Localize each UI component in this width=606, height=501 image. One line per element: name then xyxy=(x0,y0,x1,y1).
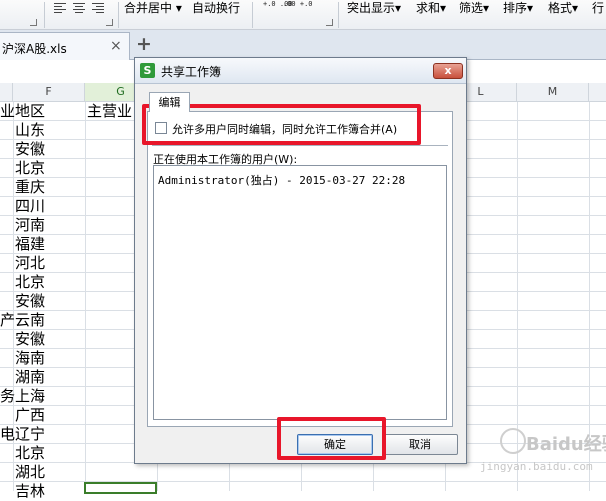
highlight-button[interactable]: 突出显示▾ xyxy=(347,0,401,16)
edit-tab-panel: 允许多用户同时编辑，同时允许工作簿合并(A) 正在使用本工作簿的用户(W): A… xyxy=(147,111,453,427)
region-cell[interactable]: 上海 xyxy=(15,387,45,406)
region-cell[interactable]: 河北 xyxy=(15,254,45,273)
divider xyxy=(152,145,448,146)
filter-label: 筛选 xyxy=(459,1,484,15)
region-cell[interactable]: 山东 xyxy=(15,121,45,140)
close-tab-icon[interactable]: × xyxy=(110,38,122,54)
sum-label: 求和 xyxy=(416,1,441,15)
region-cell[interactable]: 重庆 xyxy=(15,178,45,197)
ribbon-separator xyxy=(118,2,119,28)
new-tab-icon[interactable]: + xyxy=(136,33,152,55)
sort-button[interactable]: 排序▾ xyxy=(503,0,533,16)
region-cell[interactable]: 河南 xyxy=(15,216,45,235)
column-header-f[interactable]: F xyxy=(13,83,85,102)
chevron-down-icon: ▾ xyxy=(395,1,402,15)
wps-spreadsheet-icon: S xyxy=(140,63,155,78)
font-group-launcher-icon[interactable] xyxy=(30,19,37,26)
merge-center-label: 合并居中 xyxy=(124,1,173,15)
users-listbox[interactable]: Administrator(独占) - 2015-03-27 22:28 xyxy=(153,165,447,420)
region-cell[interactable]: 云南 xyxy=(15,311,45,330)
chevron-down-icon: ▾ xyxy=(483,1,490,15)
highlight-box-ok-button xyxy=(277,417,386,460)
watermark-brand: Baidu经验 xyxy=(526,434,606,455)
filter-button[interactable]: 筛选▾ xyxy=(459,0,489,16)
region-cell[interactable]: 广西 xyxy=(15,406,45,425)
format-label: 格式 xyxy=(548,1,573,15)
ribbon-separator xyxy=(338,2,339,28)
region-cell[interactable]: 吉林 xyxy=(15,482,45,501)
region-cell[interactable]: 福建 xyxy=(15,235,45,254)
region-cell[interactable]: 安徽 xyxy=(15,140,45,159)
tab-edit[interactable]: 编辑 xyxy=(149,92,190,112)
region-cell[interactable]: 湖南 xyxy=(15,368,45,387)
sum-button[interactable]: 求和▾ xyxy=(416,0,446,16)
user-list-item[interactable]: Administrator(独占) - 2015-03-27 22:28 xyxy=(158,172,405,188)
cell-e-fragment[interactable]: 电 xyxy=(0,425,15,444)
highlight-label: 突出显示 xyxy=(347,1,396,15)
cell-e-fragment[interactable]: 务 xyxy=(0,387,15,406)
chevron-down-icon: ▾ xyxy=(527,1,534,15)
region-cell[interactable]: 湖北 xyxy=(15,463,45,482)
region-cell[interactable]: 海南 xyxy=(15,349,45,368)
region-cell[interactable]: 北京 xyxy=(15,159,45,178)
chevron-down-icon: ▾ xyxy=(572,1,579,15)
column-header-m[interactable]: M xyxy=(517,83,589,102)
dialog-titlebar[interactable]: S 共享工作簿 x xyxy=(135,58,466,84)
file-tab-name: 沪深A股.xls xyxy=(2,42,67,56)
cell-f-header[interactable]: 地区 xyxy=(15,102,45,121)
watermark-url: jingyan.baidu.com xyxy=(480,460,593,473)
auto-wrap-button[interactable]: 自动换行 xyxy=(192,0,240,16)
active-cell-selection[interactable] xyxy=(84,482,157,494)
file-tab[interactable]: 沪深A股.xls × xyxy=(0,32,130,60)
cell-e-header[interactable]: 业 xyxy=(0,102,15,121)
align-left-icon[interactable] xyxy=(54,3,66,14)
decimal-decrease-icon[interactable]: .00 +.0 xyxy=(283,0,313,8)
ribbon-separator xyxy=(252,2,253,28)
number-group-launcher-icon[interactable] xyxy=(326,19,333,26)
region-cell[interactable]: 安徽 xyxy=(15,292,45,311)
document-tab-bar: 沪深A股.xls × + xyxy=(0,30,606,60)
baidu-paw-logo-icon xyxy=(500,428,526,454)
cancel-button[interactable]: 取消 xyxy=(382,434,458,455)
close-icon[interactable]: x xyxy=(433,63,463,79)
dialog-title: 共享工作簿 xyxy=(161,65,222,79)
row-button[interactable]: 行 xyxy=(592,0,604,16)
sort-label: 排序 xyxy=(503,1,528,15)
region-cell[interactable]: 北京 xyxy=(15,444,45,463)
region-cell[interactable]: 北京 xyxy=(15,273,45,292)
ribbon-separator xyxy=(44,2,45,28)
region-cell[interactable]: 四川 xyxy=(15,197,45,216)
align-center-icon[interactable] xyxy=(73,3,85,14)
ribbon-toolbar: 合并居中 ▾ 自动换行 +.0 .00 .00 +.0 突出显示▾ 求和▾ 筛选… xyxy=(0,0,606,30)
chevron-down-icon: ▾ xyxy=(440,1,447,15)
watermark: Baidu经验 jingyan.baidu.com xyxy=(466,426,606,486)
cell-e-fragment[interactable]: 产 xyxy=(0,311,15,330)
align-group-launcher-icon[interactable] xyxy=(106,19,113,26)
format-button[interactable]: 格式▾ xyxy=(548,0,578,16)
chevron-down-icon: ▾ xyxy=(172,1,182,15)
column-header-e[interactable] xyxy=(0,83,13,102)
region-cell[interactable]: 辽宁 xyxy=(15,425,45,444)
merge-center-button[interactable]: 合并居中 ▾ xyxy=(124,0,182,16)
column-header-n[interactable] xyxy=(589,83,606,102)
region-cell[interactable]: 安徽 xyxy=(15,330,45,349)
cell-g-header[interactable]: 主营业 xyxy=(87,102,132,121)
align-right-icon[interactable] xyxy=(92,3,104,14)
